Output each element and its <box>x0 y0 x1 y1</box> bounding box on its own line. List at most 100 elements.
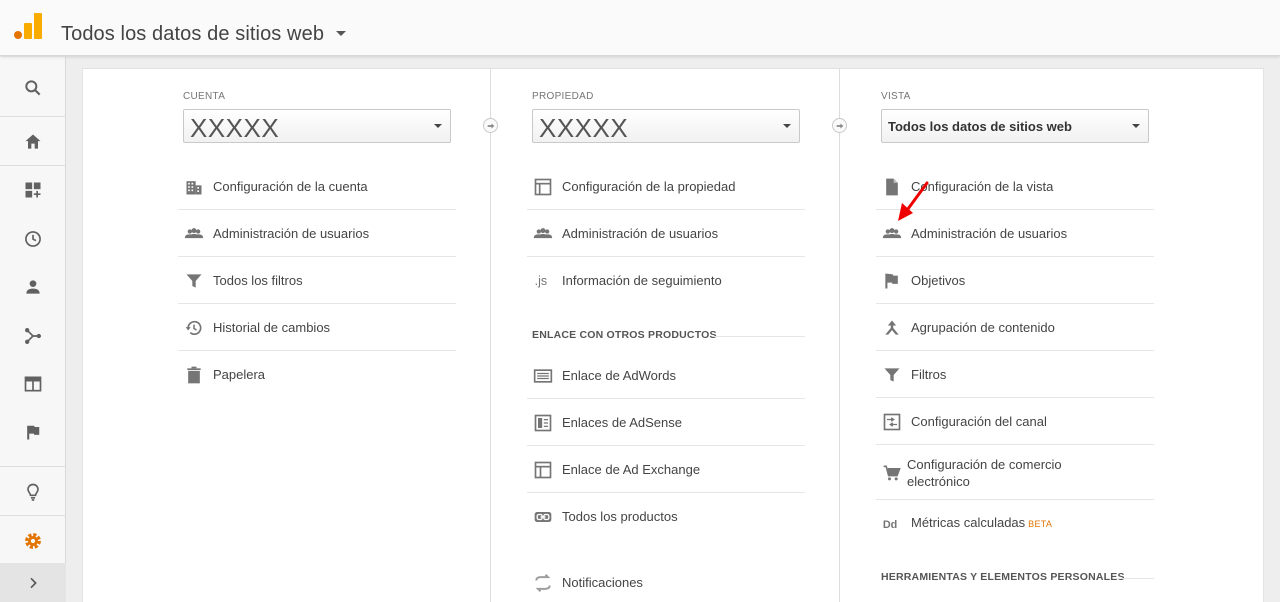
history-icon <box>178 318 213 338</box>
item-label: Enlaces de AdSense <box>562 415 682 430</box>
svg-text:.js: .js <box>535 274 548 288</box>
svg-text:Dd: Dd <box>883 519 897 531</box>
property-selector[interactable]: XXXXX <box>532 109 800 143</box>
item-label: Configuración del canal <box>911 414 1047 429</box>
item-label: Administración de usuarios <box>911 226 1068 241</box>
building-icon <box>178 177 213 197</box>
analytics-logo[interactable] <box>14 13 42 39</box>
adexchange-icon <box>527 460 562 480</box>
all-products-item[interactable]: Todos los productos <box>527 493 678 540</box>
annotation-arrow <box>898 181 929 221</box>
account-filters-item[interactable]: Todos los filtros <box>178 257 303 304</box>
item-label: Agrupación de contenido <box>911 320 1055 335</box>
link-icon <box>527 507 562 527</box>
dd-icon: Dd <box>876 514 911 534</box>
goals-item[interactable]: Objetivos <box>876 257 965 304</box>
item-label: Configuración de la vista <box>911 179 1054 194</box>
trash-icon <box>178 365 213 385</box>
section-heading-tools: HERRAMIENTAS Y ELEMENTOS PERSONALES <box>881 571 1125 583</box>
adsense-icon <box>527 413 562 433</box>
item-label: Métricas calculadas BETA <box>911 515 1053 530</box>
realtime-icon[interactable] <box>0 216 66 262</box>
caret-down-icon[interactable] <box>336 31 346 36</box>
view-selector-title[interactable]: Todos los datos de sitios web <box>61 23 324 46</box>
view-selector-value: Todos los datos de sitios web <box>888 119 1072 134</box>
item-label: Configuración de comercio electrónico <box>907 456 1062 489</box>
item-label: Administración de usuarios <box>562 226 719 241</box>
account-settings-item[interactable]: Configuración de la cuenta <box>178 163 368 210</box>
item-label: Información de seguimiento <box>562 273 722 288</box>
view-filters-item[interactable]: Filtros <box>876 351 946 398</box>
property-settings-item[interactable]: Configuración de la propiedad <box>527 163 735 210</box>
notifications-icon <box>527 573 562 593</box>
ecommerce-settings-item[interactable]: Configuración de comercio electrónico <box>876 445 1087 500</box>
caret-down-icon <box>783 124 791 128</box>
discover-icon[interactable] <box>0 469 66 515</box>
users-icon <box>178 224 213 244</box>
property-column-label: PROPIEDAD <box>532 91 594 102</box>
conversions-icon[interactable] <box>0 409 66 455</box>
caret-down-icon <box>1132 124 1140 128</box>
item-label: Enlace de Ad Exchange <box>562 462 701 477</box>
content-grouping-item[interactable]: Agrupación de contenido <box>876 304 1055 351</box>
adwords-icon <box>527 366 562 386</box>
item-label: Todos los productos <box>562 509 678 524</box>
users-icon <box>527 224 562 244</box>
cart-icon <box>876 463 907 483</box>
trash-item[interactable]: Papelera <box>178 351 265 398</box>
arrow-right-icon <box>483 118 498 133</box>
section-heading-linking: ENLACE CON OTROS PRODUCTOS <box>532 329 717 341</box>
behavior-icon[interactable] <box>0 361 66 407</box>
search-icon[interactable] <box>0 65 66 111</box>
item-label: Configuración de la propiedad <box>562 179 736 194</box>
item-label: Papelera <box>213 367 266 382</box>
change-history-item[interactable]: Historial de cambios <box>178 304 330 351</box>
caret-down-icon <box>434 124 442 128</box>
item-label: Notificaciones <box>562 575 643 590</box>
item-label: Administración de usuarios <box>213 226 370 241</box>
admin-panel: CUENTA XXXXX Configuración de la cuenta … <box>82 68 1264 602</box>
property-users-item[interactable]: Administración de usuarios <box>527 210 718 257</box>
left-nav <box>0 57 66 602</box>
item-label: Todos los filtros <box>213 273 303 288</box>
filter-icon <box>178 271 213 291</box>
js-icon: .js <box>527 271 562 291</box>
item-label: Configuración de la cuenta <box>213 179 368 194</box>
flag-icon <box>876 271 911 291</box>
view-column-label: VISTA <box>881 91 911 102</box>
customization-icon[interactable] <box>0 167 66 213</box>
channel-settings-item[interactable]: Configuración del canal <box>876 398 1047 445</box>
account-selector[interactable]: XXXXX <box>183 109 451 143</box>
acquisition-icon[interactable] <box>0 313 66 359</box>
users-icon <box>876 224 911 244</box>
column-divider <box>490 105 491 602</box>
expand-nav-button[interactable] <box>0 563 66 602</box>
channel-settings-icon <box>876 412 911 432</box>
content-grouping-icon <box>876 318 911 338</box>
tracking-info-item[interactable]: .js Información de seguimiento <box>527 257 722 304</box>
calculated-metrics-item[interactable]: Dd Métricas calculadas BETA <box>876 500 1052 547</box>
property-icon <box>527 177 562 197</box>
item-label: Enlace de AdWords <box>562 368 676 383</box>
arrow-right-icon <box>832 118 847 133</box>
adexchange-link-item[interactable]: Enlace de Ad Exchange <box>527 446 700 493</box>
analytics-admin-page: Todos los datos de sitios web CUENTA XXX… <box>0 0 1280 602</box>
audience-icon[interactable] <box>0 264 66 310</box>
notifications-item[interactable]: Notificaciones <box>527 559 643 602</box>
property-selector-value: XXXXX <box>539 113 629 143</box>
adsense-link-item[interactable]: Enlaces de AdSense <box>527 399 682 446</box>
home-icon[interactable] <box>0 119 66 165</box>
adwords-link-item[interactable]: Enlace de AdWords <box>527 352 676 399</box>
account-selector-value: XXXXX <box>190 113 280 143</box>
account-column-label: CUENTA <box>183 91 226 102</box>
account-users-item[interactable]: Administración de usuarios <box>178 210 369 257</box>
item-label: Objetivos <box>911 273 966 288</box>
item-label: Filtros <box>911 367 947 382</box>
column-divider <box>839 105 840 602</box>
top-header: Todos los datos de sitios web <box>0 0 1280 56</box>
item-label: Historial de cambios <box>213 320 331 335</box>
filter-icon <box>876 365 911 385</box>
chevron-right-icon <box>30 577 37 588</box>
view-selector[interactable]: Todos los datos de sitios web <box>881 109 1149 143</box>
admin-icon[interactable] <box>0 518 66 564</box>
